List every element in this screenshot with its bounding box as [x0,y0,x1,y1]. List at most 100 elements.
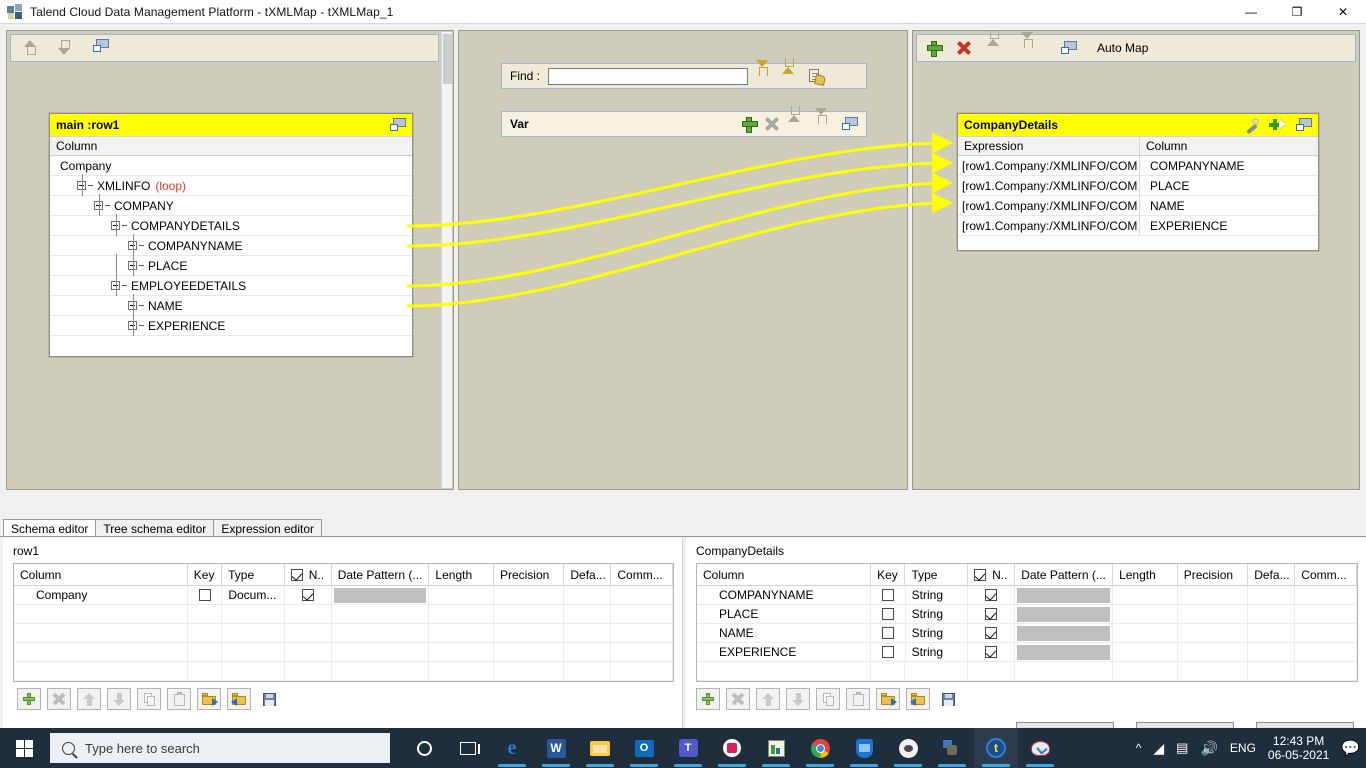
add-output-icon[interactable] [927,41,943,57]
schema-cell[interactable] [611,586,673,604]
output-table-row[interactable]: [row1.Company:/XMLINFO/COM COMPANYNAME [958,156,1318,176]
schema-cell[interactable] [1295,605,1357,623]
schema-header-cell[interactable]: Type [905,564,969,585]
schema-date-pattern-cell[interactable] [1015,624,1114,642]
snip-icon[interactable] [1018,728,1062,768]
input-tree-row[interactable]: EXPERIENCE [50,316,412,336]
close-button[interactable]: ✕ [1320,0,1366,24]
output-column-cell[interactable]: COMPANYNAME [1140,159,1244,173]
output-expression-cell[interactable]: [row1.Company:/XMLINFO/COM [958,176,1140,195]
add-row-icon[interactable] [17,688,41,710]
teams-icon[interactable]: T [666,728,710,768]
add-column-icon[interactable] [1269,118,1286,132]
schema-cell[interactable] [1178,605,1249,623]
schema-cell[interactable]: String [906,643,969,661]
move-up-icon[interactable] [987,39,1005,57]
date-pattern-field[interactable] [1017,606,1111,622]
battery-icon[interactable]: ▤ [1176,740,1188,756]
copy-icon[interactable] [816,688,840,710]
minimize-table-icon[interactable] [390,118,406,132]
schema-cell[interactable] [1178,586,1249,604]
output-table-row[interactable]: [row1.Company:/XMLINFO/COM NAME [958,196,1318,216]
schema-cell[interactable]: Docum... [222,586,285,604]
schema-cell[interactable] [1295,624,1357,642]
move-up-icon[interactable] [77,688,101,710]
task-view-icon[interactable] [446,728,490,768]
language-indicator[interactable]: ENG [1230,741,1256,755]
schema-header-cell[interactable]: N.. [285,564,332,585]
schema-cell[interactable] [1113,605,1178,623]
minimize-table-icon[interactable] [1296,118,1312,132]
output-column-cell[interactable]: EXPERIENCE [1140,219,1227,233]
schema-header-cell[interactable]: Comm... [1295,564,1357,585]
schema-column-name-cell[interactable]: PLACE [697,605,872,623]
schema-header-cell[interactable]: Precision [494,564,565,585]
schema-row[interactable]: PLACE String [697,605,1357,624]
move-down-icon[interactable] [107,688,131,710]
husky-icon[interactable] [886,728,930,768]
date-pattern-field[interactable] [1017,644,1111,660]
schema-cell[interactable] [1248,624,1296,642]
word-icon[interactable]: W [534,728,578,768]
output-table-row[interactable]: [row1.Company:/XMLINFO/COM PLACE [958,176,1318,196]
schema-row[interactable]: EXPERIENCE String [697,643,1357,662]
vpn-icon[interactable] [930,728,974,768]
schema-cell[interactable] [564,586,612,604]
move-up-icon[interactable] [21,39,39,57]
schema-key-cell[interactable] [871,624,906,642]
schema-header-cell[interactable]: Column [14,564,188,585]
input-tree-row[interactable]: COMPANY [50,196,412,216]
move-up-icon[interactable] [756,688,780,710]
slack-icon[interactable] [710,728,754,768]
add-row-icon[interactable] [696,688,720,710]
nullable-header-checkbox[interactable] [974,568,987,581]
input-tree-row[interactable]: NAME [50,296,412,316]
copy-icon[interactable] [137,688,161,710]
input-tree-row[interactable]: PLACE [50,256,412,276]
wifi-icon[interactable]: ◢ [1153,740,1164,757]
schema-nullable-cell[interactable] [968,624,1016,642]
move-down-icon[interactable] [55,39,73,57]
find-next-icon[interactable] [756,67,774,85]
nullable-checkbox[interactable] [985,646,998,658]
nullable-checkbox[interactable] [985,608,998,620]
tab-tree-schema-editor[interactable]: Tree schema editor [95,519,215,537]
tab-schema-editor[interactable]: Schema editor [3,519,97,537]
schema-header-cell[interactable]: Type [222,564,285,585]
taskbar-search-box[interactable]: Type here to search [50,733,390,763]
schema-date-pattern-cell[interactable] [1015,643,1114,661]
output-expression-cell[interactable]: [row1.Company:/XMLINFO/COM [958,156,1140,175]
date-pattern-field[interactable] [1017,625,1111,641]
schema-cell[interactable] [1295,643,1357,661]
outlook-icon[interactable]: O [622,728,666,768]
nullable-header-checkbox[interactable] [290,568,303,581]
paste-icon[interactable] [846,688,870,710]
start-button[interactable] [0,728,48,768]
auto-map-button[interactable]: Auto Map [1097,41,1148,55]
minimize-table-icon[interactable] [842,117,858,131]
schema-cell[interactable] [1113,624,1178,642]
schema-header-cell[interactable]: Key [871,564,906,585]
save-schema-icon[interactable] [936,688,960,710]
schema-cell[interactable]: String [906,586,969,604]
remove-output-icon[interactable] [957,41,971,55]
show-hidden-icons-icon[interactable]: ^ [1136,741,1142,755]
move-down-icon[interactable] [815,115,833,133]
schema-row[interactable]: COMPANYNAME String [697,586,1357,605]
nullable-checkbox[interactable] [301,589,314,601]
schema-date-pattern-cell[interactable] [1015,586,1114,604]
schema-header-cell[interactable]: Defa... [564,564,612,585]
remove-icon[interactable] [765,117,779,131]
save-schema-icon[interactable] [257,688,281,710]
schema-column-name-cell[interactable]: COMPANYNAME [697,586,872,604]
key-checkbox[interactable] [198,589,211,601]
notification-icon[interactable]: 💬 [1341,739,1360,757]
volume-icon[interactable]: 🔊 [1200,740,1217,757]
schema-row[interactable]: NAME String [697,624,1357,643]
schema-key-cell[interactable] [871,586,906,604]
remove-row-icon[interactable] [726,688,750,710]
remove-row-icon[interactable] [47,688,71,710]
input-tree-row[interactable]: XMLINFO (loop) [50,176,412,196]
find-options-icon[interactable] [808,68,826,86]
output-expression-cell[interactable]: [row1.Company:/XMLINFO/COM [958,196,1140,215]
